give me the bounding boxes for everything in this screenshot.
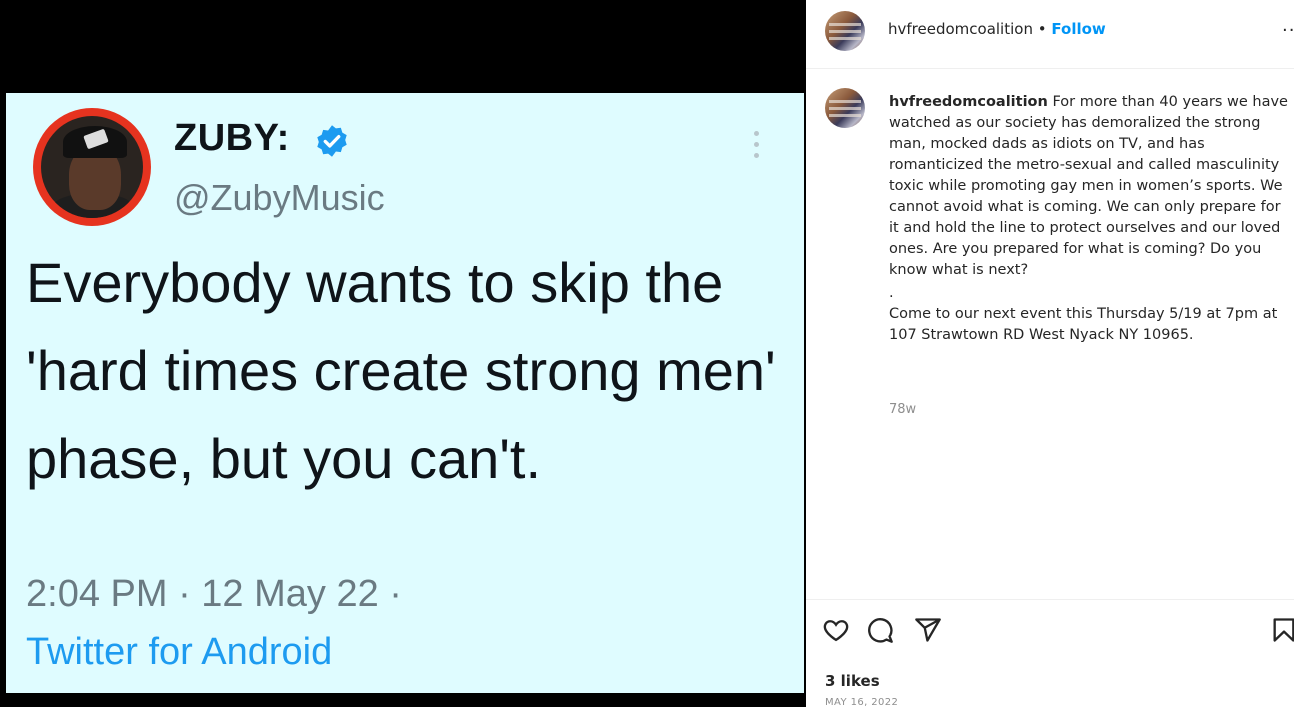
caption-username[interactable]: hvfreedomcoalition xyxy=(889,94,1048,110)
comment-icon[interactable] xyxy=(866,616,894,644)
tweet-avatar xyxy=(33,108,151,226)
caption-age: 78w xyxy=(889,402,917,417)
verified-icon xyxy=(317,125,347,157)
caption-avatar[interactable] xyxy=(825,88,865,128)
post-sidebar: hvfreedomcoalition • Follow ·· hvfreedom… xyxy=(806,0,1294,708)
more-options-icon[interactable]: ·· xyxy=(1282,20,1294,41)
post-media: ZUBY: @ZubyMusic Everybody wants to skip… xyxy=(0,0,806,707)
bookmark-icon[interactable] xyxy=(1270,616,1294,644)
tweet-timestamp: 2:04 PM · 12 May 22 · xyxy=(26,573,402,615)
post-header: hvfreedomcoalition • Follow ·· xyxy=(806,0,1294,69)
share-icon[interactable] xyxy=(914,616,942,644)
heart-icon[interactable] xyxy=(822,616,850,644)
post-author: hvfreedomcoalition • Follow xyxy=(888,20,1106,38)
username-link[interactable]: hvfreedomcoalition xyxy=(888,20,1033,38)
follow-button[interactable]: Follow xyxy=(1051,20,1105,38)
divider xyxy=(806,599,1294,600)
caption-event: Come to our next event this Thursday 5/1… xyxy=(889,306,1278,343)
separator: • xyxy=(1037,20,1047,38)
tweet-text: Everybody wants to skip the 'hard times … xyxy=(26,251,776,490)
avatar[interactable] xyxy=(825,11,865,51)
tweet-display-name: ZUBY: xyxy=(174,117,290,159)
tweet-handle: @ZubyMusic xyxy=(174,177,385,218)
more-icon xyxy=(752,131,762,161)
caption-text: For more than 40 years we have watched a… xyxy=(889,94,1288,278)
tweet-source: Twitter for Android xyxy=(26,631,333,673)
post-caption: hvfreedomcoalition For more than 40 year… xyxy=(889,92,1289,346)
post-date: MAY 16, 2022 xyxy=(825,697,899,708)
caption-dot: . xyxy=(889,285,894,301)
likes-count[interactable]: 3 likes xyxy=(825,672,880,690)
tweet-card: ZUBY: @ZubyMusic Everybody wants to skip… xyxy=(6,93,804,693)
